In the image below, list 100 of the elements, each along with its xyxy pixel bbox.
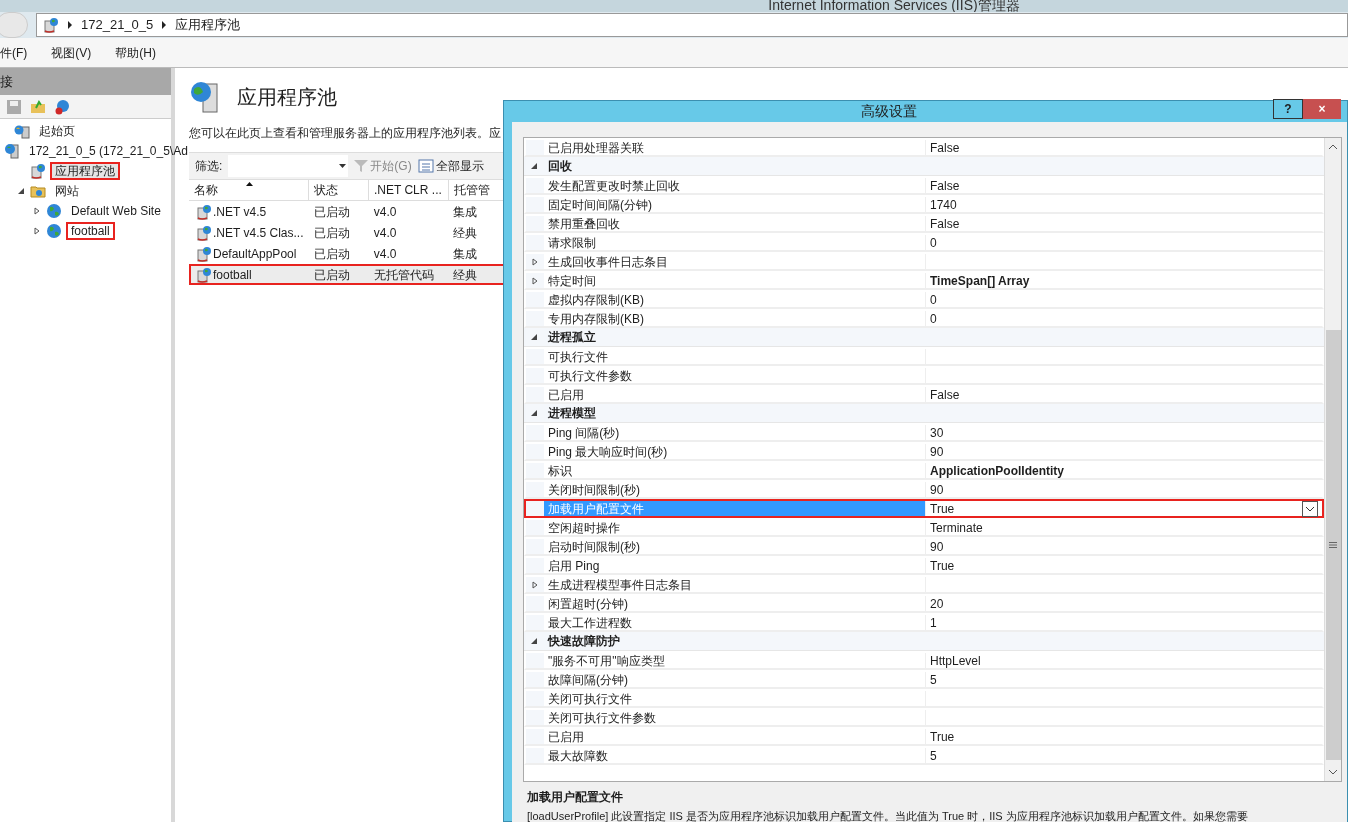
property-value: Terminate [930,519,983,537]
breadcrumb[interactable]: 172_21_0_5 [81,15,154,35]
property-name: 已启用处理器关联 [548,139,644,157]
menu-item[interactable]: 帮助(H) [115,43,156,62]
property-row[interactable]: 故障间隔(分钟) 5 [524,670,1324,689]
column-header[interactable]: 状态 [309,180,369,200]
column-header[interactable]: 名称 [189,180,309,200]
property-row[interactable]: 请求限制 0 [524,233,1324,252]
panel-header: 接 [0,68,171,95]
property-value: 5 [930,747,937,765]
menu-item[interactable]: 件(F) [0,43,28,62]
property-value: 90 [930,443,944,461]
property-value: 5 [930,671,937,689]
property-name: 闲置超时(分钟) [548,595,628,613]
filter-icon [354,159,369,173]
tree-item[interactable]: 网站 [50,182,84,200]
table-cell-text: 已启动 [314,245,351,263]
property-row[interactable]: 最大故障数 5 [524,746,1324,765]
menu-item[interactable]: 视图(V) [51,43,92,62]
table-row[interactable]: .NET v4.5 Clas... 已启动 v4.0 经典 [189,222,509,243]
property-row[interactable]: 标识 ApplicationPoolIdentity [524,461,1324,480]
table-cell-text: 已启动 [314,266,351,284]
tree-item[interactable]: football [66,222,115,240]
expand-icon[interactable] [531,257,539,266]
property-row[interactable]: 生成回收事件日志条目 [524,252,1324,271]
collapsed-icon[interactable] [33,227,41,235]
column-header[interactable]: .NET CLR ... [369,180,449,200]
property-row[interactable]: 已启用 True [524,727,1324,746]
table-row[interactable]: DefaultAppPool 已启动 v4.0 集成 [189,243,509,264]
collapse-icon[interactable] [530,637,538,645]
property-name: 专用内存限制(KB) [548,310,644,328]
dropdown-icon[interactable] [1302,500,1318,517]
disconnect-icon[interactable] [54,98,70,115]
close-button[interactable]: × [1303,98,1341,119]
property-row[interactable]: 固定时间间隔(分钟) 1740 [524,195,1324,214]
help-title: 加载用户配置文件 [527,789,624,806]
globe-icon [46,203,62,219]
tree-item[interactable]: 起始页 [34,122,80,140]
help-button[interactable]: ? [1273,98,1303,119]
property-row[interactable]: 发生配置更改时禁止回收 False [524,176,1324,195]
property-row[interactable]: 加载用户配置文件 True [524,499,1324,518]
table-cell-text: .NET v4.5 Clas... [213,224,304,242]
collapse-icon[interactable] [530,333,538,341]
property-name: 已启用 [548,728,584,746]
property-value: 90 [930,538,944,556]
table-cell-text: .NET v4.5 [213,203,267,221]
property-name: 启动时间限制(秒) [548,538,640,556]
collapsed-icon[interactable] [33,207,41,215]
table-cell-text: 无托管代码 [373,266,434,284]
filter-field[interactable] [228,155,349,177]
property-row[interactable]: 启用 Ping True [524,556,1324,575]
collapse-icon[interactable] [530,409,538,417]
table-row[interactable]: .NET v4.5 已启动 v4.0 集成 [189,201,509,222]
property-row[interactable]: 空闲超时操作 Terminate [524,518,1324,537]
dropdown-icon [339,164,347,168]
page-title: 应用程序池 [237,85,337,110]
property-value: 30 [930,424,944,442]
property-name: 启用 Ping [548,557,600,575]
category-label: 快速故障防护 [546,633,621,650]
tree-item[interactable]: 172_21_0_5 (172_21_0_5\Ad [24,142,193,160]
property-row[interactable]: 启动时间限制(秒) 90 [524,537,1324,556]
scroll-thumb[interactable] [1325,329,1341,760]
expand-icon[interactable] [531,276,539,285]
property-value: 0 [930,310,937,328]
property-row[interactable]: 关闭可执行文件 [524,689,1324,708]
address-bar[interactable]: 172_21_0_5 应用程序池 [36,13,1348,37]
property-row[interactable]: 闲置超时(分钟) 20 [524,594,1324,613]
property-name: 空闲超时操作 [548,519,620,537]
property-row[interactable]: 可执行文件 [524,347,1324,366]
property-name: 可执行文件参数 [548,367,632,385]
server-globe-icon [14,123,30,139]
folder-icon [30,183,46,199]
breadcrumb[interactable]: 应用程序池 [175,15,241,35]
collapse-icon[interactable] [530,162,538,170]
show-all-button[interactable]: 全部显示 [417,157,484,175]
table-cell-text: 已启动 [314,224,351,242]
property-row[interactable]: 虚拟内存限制(KB) 0 [524,290,1324,309]
property-value: False [930,139,960,157]
property-row[interactable]: Ping 间隔(秒) 30 [524,423,1324,442]
expanded-icon[interactable] [17,187,25,195]
expand-icon[interactable] [531,580,539,589]
property-value: False [930,215,960,233]
property-row[interactable]: "服务不可用"响应类型 HttpLevel [524,651,1324,670]
property-row[interactable]: 禁用重叠回收 False [524,214,1324,233]
property-value: True [930,557,955,575]
property-row[interactable]: 可执行文件参数 [524,366,1324,385]
tree-item[interactable]: Default Web Site [66,202,166,220]
property-row[interactable]: 特定时间 TimeSpan[] Array [524,271,1324,290]
scrollbar[interactable] [1324,138,1341,781]
property-name: "服务不可用"响应类型 [548,652,665,670]
property-name: 虚拟内存限制(KB) [548,291,644,309]
property-row[interactable]: 生成进程模型事件日志条目 [524,575,1324,594]
property-row[interactable]: Ping 最大响应时间(秒) 90 [524,442,1324,461]
property-row[interactable]: 关闭可执行文件参数 [524,708,1324,727]
folder-arrow-icon[interactable] [30,98,46,115]
server-globe-icon [196,224,212,241]
property-name: 特定时间 [548,272,596,290]
tree-item[interactable]: 应用程序池 [50,162,120,180]
property-name: 最大工作进程数 [548,614,632,632]
property-row[interactable]: 关闭时间限制(秒) 90 [524,480,1324,499]
